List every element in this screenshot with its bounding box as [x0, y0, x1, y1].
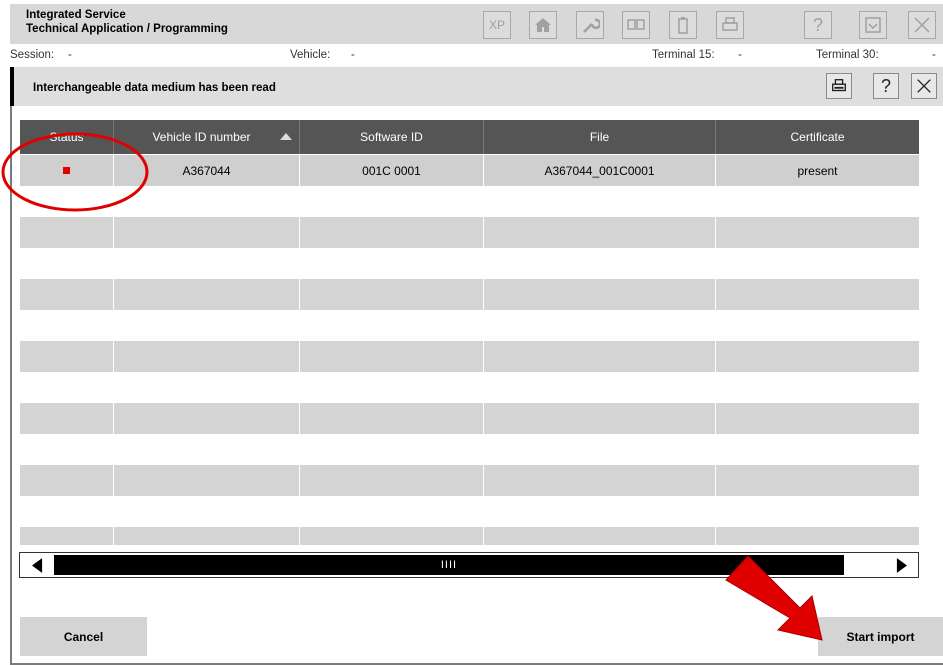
column-header-vehicle-id[interactable]: Vehicle ID number	[114, 120, 300, 154]
data-medium-table: Status Vehicle ID number Software ID Fil…	[20, 120, 919, 545]
status-info-line: Session: - Vehicle: - Terminal 15: - Ter…	[10, 47, 943, 64]
app-title-line1: Integrated Service	[26, 9, 126, 21]
status-cell	[20, 155, 114, 186]
session-value: -	[68, 49, 72, 61]
print-button[interactable]	[716, 11, 744, 39]
table-row-empty	[20, 279, 919, 310]
screens-button[interactable]	[622, 11, 650, 39]
app-title-line2: Technical Application / Programming	[26, 23, 228, 35]
table-header: Status Vehicle ID number Software ID Fil…	[20, 120, 919, 154]
scroll-right-button[interactable]	[884, 553, 918, 577]
horizontal-scrollbar[interactable]: IIII	[19, 552, 919, 578]
printer-icon	[832, 79, 846, 92]
arrow-right-icon	[896, 557, 907, 573]
vehicle-value: -	[351, 49, 355, 61]
help-icon: ?	[812, 14, 823, 35]
battery-button[interactable]	[669, 11, 697, 39]
printer-icon	[722, 17, 738, 31]
column-header-software-id[interactable]: Software ID	[300, 120, 484, 154]
software-id-cell: 001C 0001	[300, 155, 484, 186]
terminal15-label: Terminal 15:	[652, 49, 715, 61]
scrollbar-thumb[interactable]: IIII	[54, 555, 844, 575]
table-row-empty	[20, 527, 919, 545]
column-header-certificate[interactable]: Certificate	[716, 120, 919, 154]
status-error-indicator	[63, 167, 70, 174]
terminal30-label: Terminal 30:	[816, 49, 879, 61]
home-icon	[535, 18, 551, 32]
help-icon: ?	[880, 75, 891, 96]
terminal15-value: -	[738, 49, 742, 61]
table-row-empty	[20, 217, 919, 248]
dialog-print-button[interactable]	[826, 73, 852, 99]
table-row-empty	[20, 341, 919, 372]
terminal30-value: -	[932, 49, 936, 61]
dialog-close-button[interactable]	[911, 73, 937, 99]
close-button[interactable]	[908, 11, 936, 39]
home-button[interactable]	[529, 11, 557, 39]
dialog-header: Interchangeable data medium has been rea…	[10, 67, 943, 106]
table-row-empty	[20, 403, 919, 434]
table-row-empty	[20, 465, 919, 496]
certificate-cell: present	[716, 155, 919, 186]
xp-button[interactable]: XP	[483, 11, 511, 39]
close-icon	[914, 17, 930, 33]
dialog-help-button[interactable]: ?	[873, 73, 899, 99]
vehicle-id-cell: A367044	[114, 155, 300, 186]
table-row[interactable]: A367044 001C 0001 A367044_001C0001 prese…	[20, 155, 919, 186]
minimize-icon	[865, 17, 881, 33]
scrollbar-grip: IIII	[440, 559, 458, 571]
session-label: Session:	[10, 49, 55, 61]
sort-ascending-icon	[280, 133, 292, 140]
dialog-title: Interchangeable data medium has been rea…	[33, 82, 276, 94]
cancel-button[interactable]: Cancel	[20, 617, 147, 656]
title-bar: Integrated Service Technical Application…	[10, 4, 943, 44]
service-button[interactable]	[576, 11, 604, 39]
scroll-left-button[interactable]	[20, 553, 54, 577]
minimize-button[interactable]	[859, 11, 887, 39]
data-medium-dialog: Interchangeable data medium has been rea…	[10, 67, 943, 665]
battery-icon	[678, 17, 688, 34]
file-cell: A367044_001C0001	[484, 155, 716, 186]
column-header-status[interactable]: Status	[20, 120, 114, 154]
dialog-accent-bar	[10, 67, 14, 106]
wrench-icon	[583, 18, 600, 33]
arrow-left-icon	[31, 557, 42, 573]
xp-label: XP	[488, 18, 505, 32]
dual-screen-icon	[627, 19, 645, 30]
help-button[interactable]: ?	[804, 11, 832, 39]
close-icon	[917, 79, 931, 93]
column-header-vehicle-id-label: Vehicle ID number	[152, 130, 251, 144]
start-import-button[interactable]: Start import	[818, 617, 943, 656]
app-title: Integrated Service Technical Application…	[26, 8, 228, 36]
column-header-file[interactable]: File	[484, 120, 716, 154]
vehicle-label: Vehicle:	[290, 49, 331, 61]
